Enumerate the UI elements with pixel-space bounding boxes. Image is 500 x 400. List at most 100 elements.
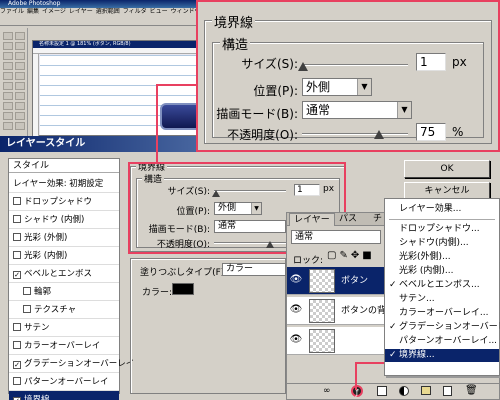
- context-menu-item[interactable]: ドロップシャドウ...: [385, 223, 499, 236]
- tool-icon[interactable]: [15, 62, 25, 70]
- context-menu-item[interactable]: カラーオーバーレイ...: [385, 307, 499, 320]
- fill-type-select[interactable]: カラー: [222, 263, 286, 276]
- new-group-icon[interactable]: [421, 386, 431, 395]
- context-menu-item[interactable]: レイヤー効果...: [385, 203, 499, 216]
- zoom-size-slider-track[interactable]: [302, 64, 408, 66]
- lock-move-icon[interactable]: ✥: [351, 250, 362, 261]
- checkbox-icon[interactable]: [13, 251, 21, 259]
- style-item[interactable]: カラーオーバーレイ: [9, 337, 119, 355]
- tool-icon[interactable]: [15, 32, 25, 40]
- checkbox-icon[interactable]: [13, 233, 21, 241]
- zoom-opacity-input[interactable]: 75: [416, 123, 446, 141]
- zoom-size-unit: px: [452, 55, 467, 69]
- zoom-size-input[interactable]: 1: [416, 53, 446, 71]
- menu-item[interactable]: 編集: [27, 8, 39, 15]
- zoom-position-select[interactable]: 外側 ▼: [302, 78, 372, 96]
- lock-transparency-icon[interactable]: ▢: [327, 250, 339, 261]
- style-item[interactable]: テクスチャ: [9, 301, 119, 319]
- tool-icon[interactable]: [15, 72, 25, 80]
- menu-item[interactable]: イメージ: [42, 8, 66, 15]
- tool-icon[interactable]: [15, 42, 25, 50]
- ok-button[interactable]: OK: [404, 160, 490, 178]
- style-item[interactable]: ドロップシャドウ: [9, 193, 119, 211]
- add-layer-style-icon[interactable]: ƒ: [351, 385, 363, 397]
- context-menu-item[interactable]: サテン...: [385, 293, 499, 306]
- checkbox-checked-icon[interactable]: ✓: [13, 361, 21, 369]
- tool-icon[interactable]: [3, 62, 13, 70]
- zoom-opacity-slider-track[interactable]: [302, 133, 408, 135]
- tab-layers[interactable]: レイヤー: [289, 213, 335, 226]
- tool-icon[interactable]: [15, 122, 25, 130]
- style-item-label: 輪郭: [34, 287, 52, 297]
- lock-label: ロック:: [293, 256, 324, 266]
- style-item[interactable]: パターンオーバーレイ: [9, 373, 119, 391]
- menu-item[interactable]: フィルタ: [123, 8, 147, 15]
- style-item[interactable]: ✓境界線: [9, 391, 119, 400]
- style-item[interactable]: 輪郭: [9, 283, 119, 301]
- eye-icon[interactable]: 👁: [289, 333, 303, 347]
- context-menu-item[interactable]: ✓ 境界線...: [385, 349, 499, 362]
- style-item[interactable]: ✓ ベベルとエンボス: [9, 265, 119, 283]
- tool-icon[interactable]: [3, 32, 13, 40]
- color-swatch[interactable]: [172, 283, 194, 295]
- context-menu-item[interactable]: パターンオーバーレイ...: [385, 335, 499, 348]
- tool-icon[interactable]: [3, 122, 13, 130]
- tool-icon[interactable]: [15, 82, 25, 90]
- tab-paths[interactable]: パス: [335, 213, 361, 226]
- checkbox-icon[interactable]: [13, 341, 21, 349]
- zoom-size-slider-thumb[interactable]: [298, 62, 308, 71]
- style-item-label: グラデーションオーバーレイ: [24, 359, 135, 369]
- style-item[interactable]: レイヤー効果: 初期設定: [9, 175, 119, 193]
- menu-item[interactable]: レイヤー: [69, 8, 93, 15]
- menu-item[interactable]: 選択範囲: [96, 8, 120, 15]
- menu-item[interactable]: ファイル: [0, 8, 24, 15]
- tool-icon[interactable]: [3, 72, 13, 80]
- checkbox-icon[interactable]: [23, 305, 31, 313]
- callout-connector: [355, 362, 385, 364]
- eye-icon[interactable]: 👁: [289, 303, 303, 317]
- style-item[interactable]: 光彩 (内側): [9, 247, 119, 265]
- tool-icon[interactable]: [3, 42, 13, 50]
- tool-icon[interactable]: [3, 112, 13, 120]
- checkbox-icon[interactable]: [13, 377, 21, 385]
- context-menu-item[interactable]: ✓ ベベルとエンボス...: [385, 279, 499, 292]
- style-item-label: カラーオーバーレイ: [24, 341, 101, 351]
- checkbox-icon[interactable]: [13, 215, 21, 223]
- checkbox-icon[interactable]: [23, 287, 31, 295]
- tool-icon[interactable]: [3, 102, 13, 110]
- style-item[interactable]: ✓ グラデーションオーバーレイ: [9, 355, 134, 373]
- zoom-opacity-slider-thumb[interactable]: [374, 130, 384, 139]
- adjustment-layer-icon[interactable]: [399, 386, 409, 396]
- tool-icon[interactable]: [15, 52, 25, 60]
- layer-blend-mode-select[interactable]: 通常: [291, 230, 381, 244]
- checkbox-icon[interactable]: [13, 323, 21, 331]
- tool-icon[interactable]: [3, 92, 13, 100]
- context-menu-item[interactable]: 光彩(外側)...: [385, 251, 499, 264]
- tool-icon[interactable]: [3, 52, 13, 60]
- zoom-blend-mode-select[interactable]: 通常 ▼: [302, 101, 412, 119]
- style-item[interactable]: サテン: [9, 319, 119, 337]
- checkbox-checked-icon[interactable]: ✓: [13, 271, 21, 279]
- tool-icon[interactable]: [15, 92, 25, 100]
- trash-icon[interactable]: 🗑: [465, 385, 478, 396]
- link-icon[interactable]: ∞: [323, 386, 331, 396]
- styles-header[interactable]: スタイル: [9, 159, 119, 173]
- context-menu-item-label: パターンオーバーレイ...: [399, 336, 498, 346]
- lock-all-icon[interactable]: ■: [362, 250, 374, 261]
- style-item[interactable]: シャドウ (内側): [9, 211, 119, 229]
- zoom-opacity-label: 不透明度(O):: [227, 128, 298, 142]
- eye-icon[interactable]: 👁: [289, 273, 303, 287]
- checkbox-icon[interactable]: [13, 197, 21, 205]
- tool-icon[interactable]: [3, 82, 13, 90]
- lock-brush-icon[interactable]: ✎: [339, 250, 350, 261]
- context-menu-item[interactable]: シャドウ(内側)...: [385, 237, 499, 250]
- new-layer-icon[interactable]: [443, 386, 452, 396]
- add-mask-icon[interactable]: [377, 386, 387, 396]
- context-menu-item[interactable]: 光彩 (内側)...: [385, 265, 499, 278]
- tool-icon[interactable]: [15, 102, 25, 110]
- style-item[interactable]: 光彩 (外側): [9, 229, 119, 247]
- tool-icon[interactable]: [15, 112, 25, 120]
- check-icon: ✓: [389, 280, 397, 290]
- context-menu-item[interactable]: ✓グラデーションオーバーレイ...: [385, 321, 500, 334]
- menu-item[interactable]: ビュー: [150, 8, 168, 15]
